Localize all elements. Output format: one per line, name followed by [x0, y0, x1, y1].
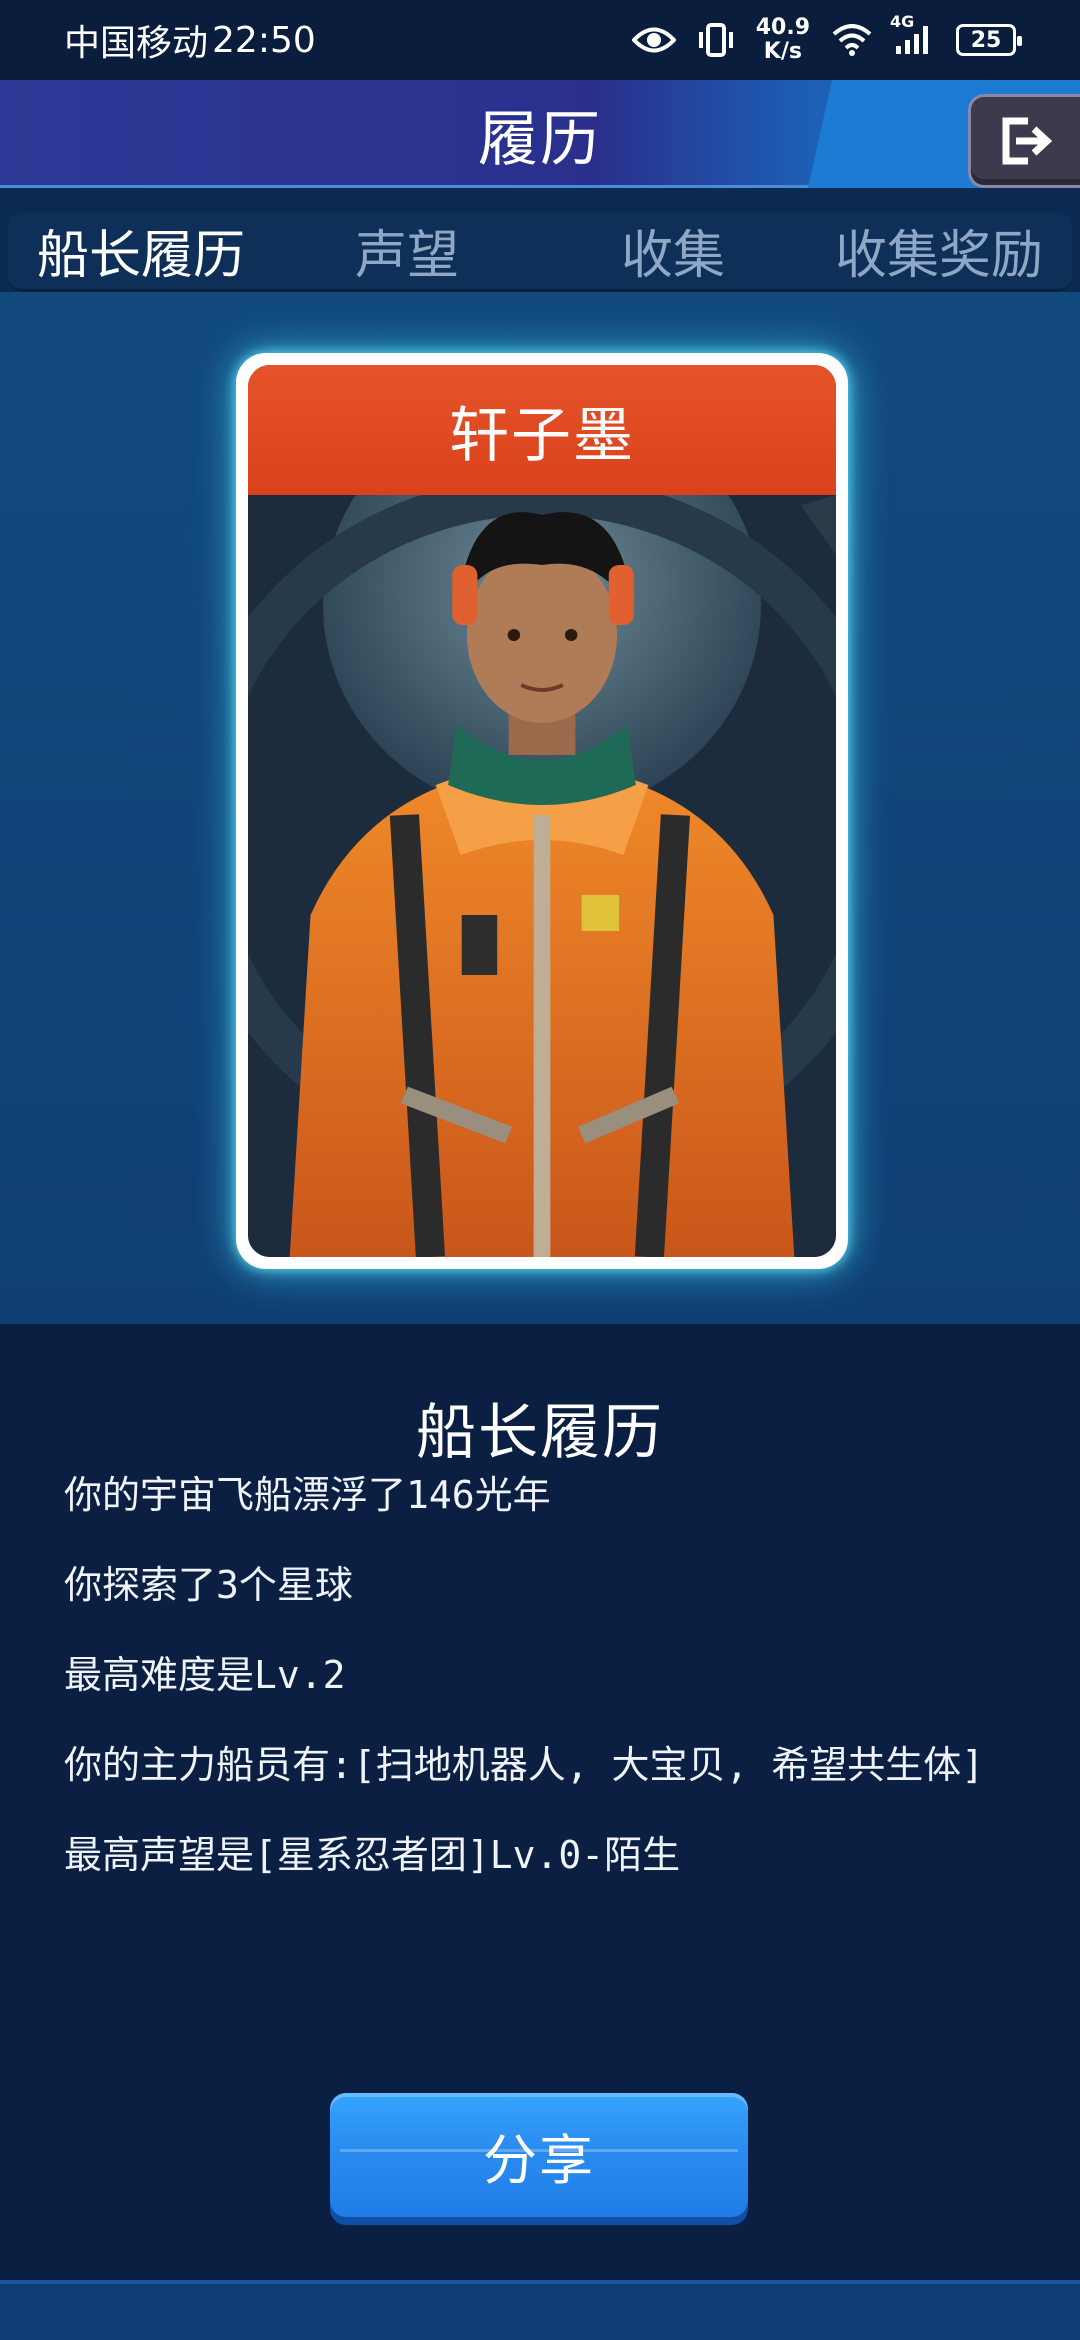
eye-icon: [631, 25, 676, 55]
signal-icon: 4G: [890, 12, 934, 56]
status-icons: 40.9 K/s 4G 25: [631, 12, 1022, 64]
tab-collection[interactable]: 收集: [540, 213, 806, 288]
tab-label: 船长履历: [36, 226, 245, 286]
share-button-label: 分享: [483, 2128, 595, 2192]
card-inner: 轩子墨: [248, 365, 836, 1257]
battery-level: 25: [970, 27, 1002, 53]
tab-label: 收集奖励: [834, 226, 1043, 286]
tab-label: 收集: [620, 226, 725, 286]
clock: 22:50: [212, 19, 316, 61]
tab-collection-rewards[interactable]: 收集奖励: [806, 213, 1072, 288]
page-title: 履历: [478, 104, 602, 175]
tab-label: 声望: [354, 226, 459, 286]
resume-title: 船长履历: [416, 1398, 664, 1468]
tab-captain-resume[interactable]: 船长履历: [8, 213, 274, 316]
bottom-bar: [0, 2280, 1080, 2340]
carrier-name: 中国移动: [64, 23, 209, 64]
captain-name: 轩子墨: [248, 365, 836, 495]
battery-icon: 25: [956, 24, 1022, 56]
network-type: 4G: [890, 12, 915, 31]
resume-line-crew: 你的主力船员有:[扫地机器人, 大宝贝, 希望共生体]: [64, 1743, 985, 1787]
captain-card: 轩子墨: [236, 353, 848, 1269]
header-bar: 履历: [0, 80, 1080, 188]
share-button[interactable]: 分享: [330, 2093, 748, 2217]
exit-icon: [1002, 117, 1052, 165]
resume-line-planets: 你探索了3个星球: [64, 1563, 353, 1607]
wifi-icon: [832, 24, 872, 56]
captain-portrait: [248, 495, 836, 1257]
network-speed-unit: K/s: [763, 39, 802, 64]
network-speed-value: 40.9: [755, 15, 810, 40]
resume-line-reputation: 最高声望是[星系忍者团]Lv.0-陌生: [64, 1833, 681, 1877]
tab-reputation[interactable]: 声望: [274, 213, 540, 288]
resume-line-difficulty: 最高难度是Lv.2: [64, 1653, 346, 1697]
resume-line-distance: 你的宇宙飞船漂浮了146光年: [64, 1473, 551, 1517]
exit-button[interactable]: [968, 94, 1080, 188]
status-bar: 中国移动 22:50 40.9 K/s 4G 25: [0, 0, 1080, 80]
resume-screen: 中国移动 22:50 40.9 K/s 4G 25 履历 船长履历 声望 收集 …: [0, 0, 1080, 2340]
network-speed: 40.9 K/s: [756, 16, 810, 64]
vibrate-icon: [698, 23, 734, 57]
resume-lines: 你的宇宙飞船漂浮了146光年 你探索了3个星球 最高难度是Lv.2 你的主力船员…: [64, 1472, 1024, 1922]
tab-bar: 船长履历 声望 收集 收集奖励: [8, 212, 1072, 316]
